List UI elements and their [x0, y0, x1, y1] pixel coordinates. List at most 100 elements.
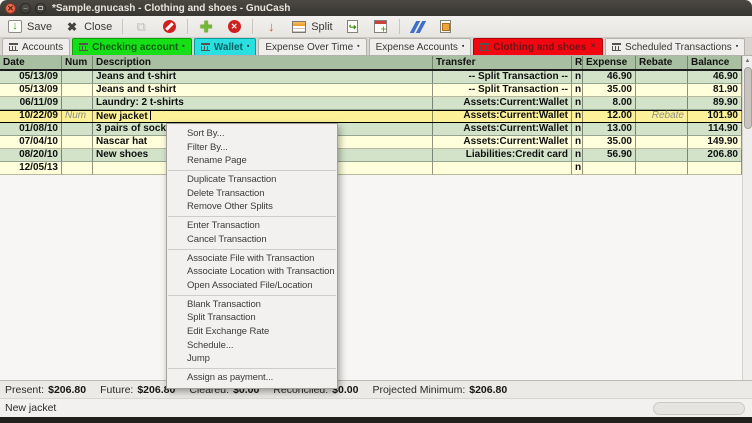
- column-header-date[interactable]: Date: [0, 56, 62, 69]
- cell-num[interactable]: [62, 71, 93, 84]
- tab-expense-accounts[interactable]: Expense Accounts▪: [369, 38, 472, 55]
- cell-date[interactable]: 06/11/09: [0, 97, 62, 110]
- window-close-button[interactable]: ✕: [5, 3, 16, 14]
- duplicate-button[interactable]: ⧉: [131, 17, 151, 37]
- menu-item-schedule[interactable]: Schedule...: [167, 339, 337, 353]
- cell-balance[interactable]: 149.90: [688, 136, 742, 149]
- cell-expense[interactable]: [583, 162, 636, 175]
- tab-checking-account[interactable]: Checking account▪: [72, 38, 192, 55]
- cell-rebate[interactable]: [636, 97, 688, 110]
- table-row[interactable]: 12/05/13n: [0, 162, 742, 175]
- cell-num[interactable]: [62, 136, 93, 149]
- tab-wallet[interactable]: Wallet▪: [194, 38, 257, 55]
- menu-item-blank-transaction[interactable]: Blank Transaction: [167, 298, 337, 312]
- column-header-expense[interactable]: Expense: [583, 56, 636, 69]
- column-header-balance[interactable]: Balance: [688, 56, 742, 69]
- cell-reconciled[interactable]: n: [572, 71, 583, 84]
- cell-rebate[interactable]: Rebate: [636, 110, 688, 123]
- cell-description[interactable]: New jacket: [93, 110, 433, 123]
- cell-num[interactable]: [62, 97, 93, 110]
- save-button[interactable]: ↓ Save: [5, 17, 54, 37]
- table-row[interactable]: 01/08/103 pairs of socksAssets:Current:W…: [0, 123, 742, 136]
- menu-item-cancel-transaction[interactable]: Cancel Transaction: [167, 233, 337, 247]
- column-header-r[interactable]: R: [572, 56, 583, 69]
- cell-transfer[interactable]: -- Split Transaction --: [433, 71, 572, 84]
- table-row[interactable]: 10/22/09NumNew jacketAssets:Current:Wall…: [0, 110, 742, 123]
- menu-item-filter-by[interactable]: Filter By...: [167, 141, 337, 155]
- menu-item-associate-location-with-transaction[interactable]: Associate Location with Transaction: [167, 265, 337, 279]
- tab-close-icon[interactable]: ▪: [736, 43, 738, 51]
- cell-balance[interactable]: 206.80: [688, 149, 742, 162]
- column-header-rebate[interactable]: Rebate: [636, 56, 688, 69]
- column-header-transfer[interactable]: Transfer: [433, 56, 572, 69]
- tab-expense-over-time[interactable]: Expense Over Time▪: [258, 38, 366, 55]
- table-row[interactable]: 08/20/10New shoesLiabilities:Credit card…: [0, 149, 742, 162]
- cell-transfer[interactable]: Assets:Current:Wallet: [433, 136, 572, 149]
- cell-rebate[interactable]: [636, 123, 688, 136]
- scrollbar-thumb[interactable]: [744, 67, 752, 129]
- menu-item-assign-as-payment[interactable]: Assign as payment...: [167, 371, 337, 385]
- cell-date[interactable]: 05/13/09: [0, 71, 62, 84]
- delete-button[interactable]: [159, 17, 179, 37]
- window-maximize-button[interactable]: [35, 3, 46, 14]
- cell-transfer[interactable]: Liabilities:Credit card: [433, 149, 572, 162]
- schedule-button[interactable]: [371, 17, 391, 37]
- tab-close-icon[interactable]: ▪: [462, 43, 464, 51]
- cell-rebate[interactable]: [636, 162, 688, 175]
- menu-item-open-associated-file-location[interactable]: Open Associated File/Location: [167, 279, 337, 293]
- cell-reconciled[interactable]: n: [572, 136, 583, 149]
- cell-num[interactable]: Num: [62, 110, 93, 123]
- cell-date[interactable]: 12/05/13: [0, 162, 62, 175]
- cell-expense[interactable]: 46.90: [583, 71, 636, 84]
- cell-rebate[interactable]: [636, 149, 688, 162]
- menu-item-jump[interactable]: Jump: [167, 352, 337, 366]
- cell-balance[interactable]: 114.90: [688, 123, 742, 136]
- tab-close-icon[interactable]: ✕: [590, 43, 596, 51]
- blank-transaction-button[interactable]: ↓: [261, 17, 281, 37]
- cell-reconciled[interactable]: n: [572, 84, 583, 97]
- tab-close-icon[interactable]: ▪: [247, 43, 249, 51]
- cell-num[interactable]: [62, 123, 93, 136]
- menu-item-delete-transaction[interactable]: Delete Transaction: [167, 187, 337, 201]
- table-row[interactable]: 05/13/09Jeans and t-shirt-- Split Transa…: [0, 84, 742, 97]
- cell-num[interactable]: [62, 84, 93, 97]
- enter-button[interactable]: ✚: [196, 17, 216, 37]
- cell-balance[interactable]: 81.90: [688, 84, 742, 97]
- table-row[interactable]: 07/04/10Nascar hatAssets:Current:Walletn…: [0, 136, 742, 149]
- cell-date[interactable]: 10/22/09: [0, 110, 62, 123]
- cell-transfer[interactable]: Assets:Current:Wallet: [433, 123, 572, 136]
- cell-transfer[interactable]: Assets:Current:Wallet: [433, 110, 572, 123]
- reconcile-button[interactable]: [408, 17, 428, 37]
- table-row[interactable]: 06/11/09Laundry: 2 t-shirtsAssets:Curren…: [0, 97, 742, 110]
- cell-balance[interactable]: 101.90: [688, 110, 742, 123]
- cell-num[interactable]: [62, 149, 93, 162]
- cell-date[interactable]: 01/08/10: [0, 123, 62, 136]
- window-minimize-button[interactable]: −: [20, 3, 31, 14]
- cell-reconciled[interactable]: n: [572, 110, 583, 123]
- cell-balance[interactable]: 46.90: [688, 71, 742, 84]
- menu-item-enter-transaction[interactable]: Enter Transaction: [167, 219, 337, 233]
- vertical-scrollbar[interactable]: ▲: [742, 56, 752, 380]
- cell-expense[interactable]: 35.00: [583, 84, 636, 97]
- menu-item-sort-by[interactable]: Sort By...: [167, 127, 337, 141]
- menu-item-associate-file-with-transaction[interactable]: Associate File with Transaction: [167, 252, 337, 266]
- tab-accounts[interactable]: Accounts: [2, 38, 70, 55]
- menu-item-rename-page[interactable]: Rename Page: [167, 154, 337, 168]
- cell-rebate[interactable]: [636, 136, 688, 149]
- cell-num[interactable]: [62, 162, 93, 175]
- cell-reconciled[interactable]: n: [572, 97, 583, 110]
- cell-rebate[interactable]: [636, 84, 688, 97]
- transfer-button[interactable]: [436, 17, 456, 37]
- cell-date[interactable]: 07/04/10: [0, 136, 62, 149]
- menu-item-remove-other-splits[interactable]: Remove Other Splits: [167, 200, 337, 214]
- cell-rebate[interactable]: [636, 71, 688, 84]
- cell-transfer[interactable]: Assets:Current:Wallet: [433, 97, 572, 110]
- jump-button[interactable]: ↪: [343, 17, 363, 37]
- cell-balance[interactable]: [688, 162, 742, 175]
- cell-reconciled[interactable]: n: [572, 123, 583, 136]
- cell-transfer[interactable]: [433, 162, 572, 175]
- cell-transfer[interactable]: -- Split Transaction --: [433, 84, 572, 97]
- tab-scheduled-transactions[interactable]: Scheduled Transactions▪: [605, 38, 745, 55]
- cancel-button[interactable]: ✕: [224, 17, 244, 37]
- cell-date[interactable]: 08/20/10: [0, 149, 62, 162]
